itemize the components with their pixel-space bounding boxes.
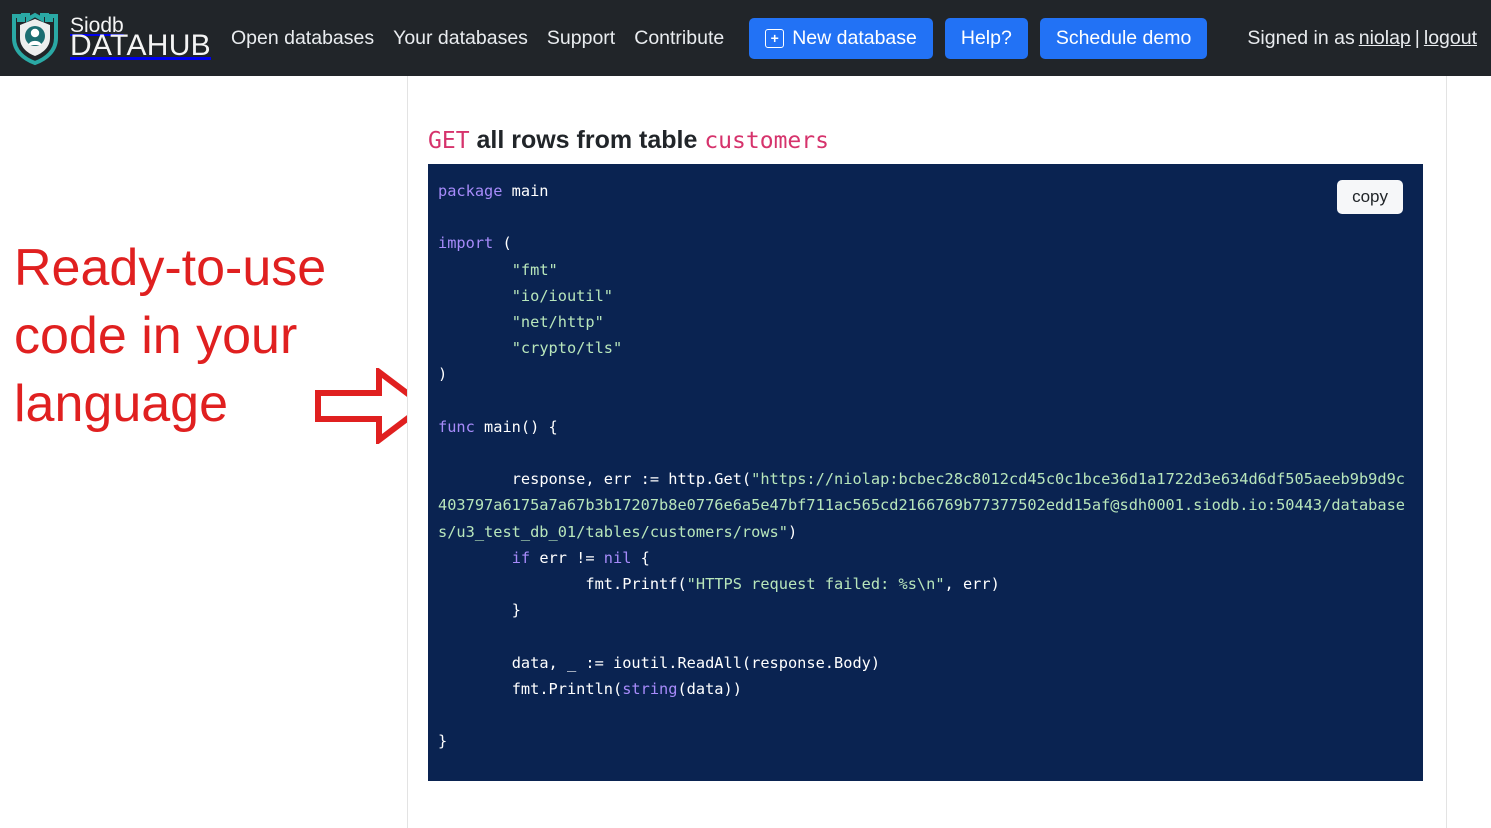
signed-in-prefix: Signed in as: [1247, 26, 1355, 49]
right-rail: [1447, 76, 1491, 828]
logout-link[interactable]: logout: [1424, 27, 1477, 50]
session-separator: |: [1414, 26, 1420, 49]
code-token-kw: package: [438, 182, 503, 200]
code-token-str: "fmt": [511, 260, 558, 279]
nav-link-open-databases[interactable]: Open databases: [229, 23, 376, 54]
code-token-str: "crypto/tls": [511, 339, 623, 358]
code-sample-panel: package main import ( "fmt" "io/ioutil" …: [428, 164, 1423, 781]
http-method-label: GET: [428, 128, 470, 154]
help-button-label: Help?: [960, 26, 1012, 49]
code-token-kw: if: [511, 548, 531, 567]
brand-logo-link[interactable]: Siodb DATAHUB: [8, 10, 211, 66]
code-token-str: "io/ioutil": [511, 286, 613, 305]
table-name-label: customers: [704, 128, 829, 154]
shield-castle-logo-icon: [12, 12, 58, 66]
code-sample-text[interactable]: package main import ( "fmt" "io/ioutil" …: [438, 178, 1405, 754]
code-token-kw: string: [622, 679, 678, 698]
endpoint-heading: GET all rows from table customers: [428, 126, 829, 155]
brand-line-2: DATAHUB: [70, 29, 211, 63]
code-token-kw: func: [438, 417, 475, 436]
code-token-pl: main() { response, err := http.Get(: [484, 417, 752, 489]
top-navigation-bar: Siodb DATAHUB Open databases Your databa…: [0, 0, 1491, 76]
code-token-kw: import: [438, 234, 494, 253]
nav-link-support[interactable]: Support: [545, 23, 617, 54]
schedule-demo-button-label: Schedule demo: [1055, 26, 1192, 49]
plus-square-icon: +: [765, 28, 785, 48]
nav-link-your-databases[interactable]: Your databases: [391, 23, 530, 54]
new-database-button-label: New database: [792, 26, 917, 49]
left-rail: Ready-to-use code in your language: [0, 76, 427, 828]
code-token-str: "net/http": [511, 313, 604, 332]
code-token-str: "HTTPS request failed: %s\n": [686, 575, 945, 594]
endpoint-heading-middle: all rows from table: [469, 126, 705, 154]
new-database-button[interactable]: + New database: [749, 17, 933, 59]
session-status: Signed in as niolap | logout: [1247, 27, 1477, 50]
code-token-pl: ): [438, 365, 448, 384]
code-token-pl: err !=: [530, 548, 604, 567]
username-link[interactable]: niolap: [1359, 27, 1411, 50]
code-token-pl: main: [511, 182, 549, 200]
schedule-demo-button[interactable]: Schedule demo: [1039, 17, 1208, 59]
copy-code-button[interactable]: copy: [1337, 180, 1403, 214]
help-button[interactable]: Help?: [944, 17, 1028, 59]
code-token-kw: nil: [603, 548, 632, 567]
nav-link-contribute[interactable]: Contribute: [632, 23, 726, 54]
brand-wordmark: Siodb DATAHUB: [70, 15, 211, 63]
